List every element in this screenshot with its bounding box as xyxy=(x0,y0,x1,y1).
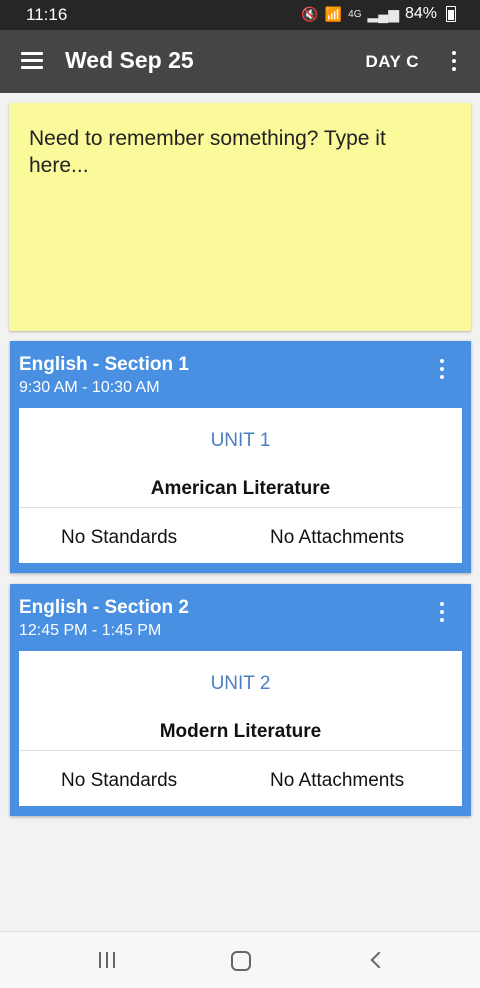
class-title: English - Section 1 xyxy=(19,354,189,375)
standards-button[interactable]: No Standards xyxy=(61,770,177,792)
class-time: 12:45 PM - 1:45 PM xyxy=(19,622,162,639)
class-card-body[interactable]: UNIT 1 American Literature No Standards … xyxy=(19,408,462,563)
note-input[interactable]: Need to remember something? Type it here… xyxy=(9,103,471,331)
app-bar: Wed Sep 25 DAY C xyxy=(0,30,480,93)
topic-label: Modern Literature xyxy=(159,721,322,742)
divider xyxy=(19,750,462,751)
status-icons: 🔇 📶 4G ▂▄▆ 84% xyxy=(301,5,456,23)
home-icon[interactable] xyxy=(231,951,251,971)
network-type-label: 4G xyxy=(348,8,362,20)
unit-label[interactable]: UNIT 1 xyxy=(19,430,462,452)
back-chevron-icon[interactable] xyxy=(368,950,386,970)
status-bar: 11:16 🔇 📶 4G ▂▄▆ 84% xyxy=(0,0,480,30)
class-card[interactable]: English - Section 2 12:45 PM - 1:45 PM U… xyxy=(10,584,471,816)
more-vert-icon[interactable] xyxy=(437,358,447,380)
standards-button[interactable]: No Standards xyxy=(61,527,177,549)
attachments-button[interactable]: No Attachments xyxy=(270,527,404,549)
class-title: English - Section 2 xyxy=(19,597,189,618)
class-card-body[interactable]: UNIT 2 Modern Literature No Standards No… xyxy=(19,651,462,806)
battery-percent: 84% xyxy=(404,5,437,22)
class-card[interactable]: English - Section 1 9:30 AM - 10:30 AM U… xyxy=(10,341,471,573)
attachments-button[interactable]: No Attachments xyxy=(270,770,404,792)
page-title: Wed Sep 25 xyxy=(65,47,194,73)
class-time: 9:30 AM - 10:30 AM xyxy=(19,379,160,396)
more-vert-icon[interactable] xyxy=(449,50,459,72)
battery-icon xyxy=(446,6,456,22)
wifi-icon: 📶 xyxy=(324,5,343,22)
more-vert-icon[interactable] xyxy=(437,601,447,623)
unit-label[interactable]: UNIT 2 xyxy=(19,673,462,695)
day-label[interactable]: DAY C xyxy=(365,52,419,72)
hamburger-menu-icon[interactable] xyxy=(21,52,43,70)
recent-apps-icon[interactable] xyxy=(98,952,116,968)
topic-label: American Literature xyxy=(150,478,331,499)
mute-icon: 🔇 xyxy=(301,5,319,22)
status-time: 11:16 xyxy=(26,5,68,24)
divider xyxy=(19,507,462,508)
system-nav-bar xyxy=(0,931,480,988)
signal-icon: ▂▄▆ xyxy=(367,5,399,22)
